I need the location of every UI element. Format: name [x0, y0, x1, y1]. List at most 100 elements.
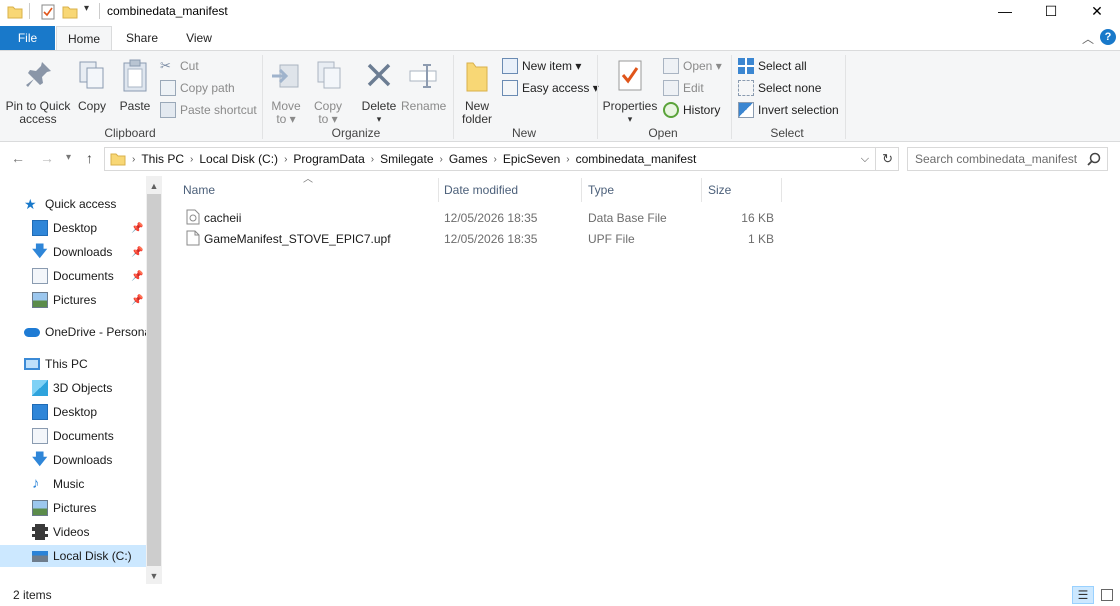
edit-button[interactable]: Edit: [663, 79, 704, 97]
nav-this-pc[interactable]: This PC: [0, 353, 146, 375]
file-row[interactable]: GameManifest_STOVE_EPIC7.upf 12/05/2026 …: [176, 229, 786, 250]
column-header-name[interactable]: Name: [176, 178, 438, 202]
scroll-down-arrow-icon[interactable]: ▼: [146, 568, 162, 584]
tab-share[interactable]: Share: [114, 26, 170, 50]
delete-button[interactable]: Delete ▾: [359, 59, 399, 126]
breadcrumb-chevron-icon[interactable]: ›: [371, 154, 374, 165]
move-to-button[interactable]: Move to ▾: [268, 59, 304, 126]
breadcrumb-games[interactable]: Games: [449, 152, 488, 166]
file-row[interactable]: cacheii 12/05/2026 18:35 Data Base File …: [176, 208, 786, 229]
address-history-chevron-icon[interactable]: ⌵: [861, 153, 869, 166]
nav-qa-downloads[interactable]: 🡇 Downloads 📌: [0, 241, 146, 263]
scroll-thumb[interactable]: [147, 194, 161, 566]
pin-to-quick-access-button[interactable]: Pin to Quick access: [4, 59, 72, 126]
new-item-button[interactable]: New item ▾: [502, 57, 581, 75]
new-item-icon: [502, 58, 518, 74]
new-folder-label-line2: folder: [461, 112, 493, 126]
nav-downloads[interactable]: 🡇 Downloads: [0, 449, 146, 471]
navpane-scrollbar[interactable]: ▲ ▼: [146, 176, 162, 584]
copy-to-label-line2: to ▾: [318, 112, 338, 126]
column-header-date[interactable]: Date modified: [437, 178, 581, 202]
nav-pictures[interactable]: Pictures: [0, 497, 146, 519]
search-input[interactable]: Search combinedata_manifest: [907, 147, 1108, 171]
breadcrumb-chevron-icon[interactable]: ›: [190, 154, 193, 165]
cut-button[interactable]: ✂ Cut: [160, 57, 199, 75]
nav-label: Music: [53, 477, 85, 491]
details-view-button[interactable]: ☰: [1072, 586, 1094, 604]
nav-videos[interactable]: Videos: [0, 521, 146, 543]
properties-checkmark-icon[interactable]: [40, 4, 56, 20]
nav-quick-access[interactable]: ★ Quick access: [0, 193, 146, 215]
forward-arrow-icon[interactable]: →: [40, 150, 54, 166]
new-folder-button[interactable]: New folder: [457, 59, 497, 126]
ribbon-tabs: File Home Share View ︿ ?: [0, 26, 1120, 51]
breadcrumb-chevron-icon[interactable]: ›: [566, 154, 569, 165]
item-count: 2 items: [13, 588, 52, 602]
nav-label: Pictures: [53, 293, 97, 307]
paste-shortcut-button[interactable]: Paste shortcut: [160, 101, 257, 119]
pictures-icon: [32, 292, 48, 308]
nav-qa-pictures[interactable]: Pictures 📌: [0, 289, 146, 311]
nav-music[interactable]: ♪ Music: [0, 473, 146, 495]
pin-icon: [26, 62, 51, 87]
file-date: 12/05/2026 18:35: [444, 232, 538, 246]
nav-3d-objects[interactable]: 3D Objects: [0, 377, 146, 399]
recent-locations-chevron-icon[interactable]: ▾: [66, 152, 71, 163]
breadcrumb-local-disk[interactable]: Local Disk (C:): [199, 152, 278, 166]
drive-icon: [32, 550, 48, 562]
up-arrow-icon[interactable]: ↑: [86, 150, 93, 166]
tab-view[interactable]: View: [172, 26, 226, 50]
breadcrumb-chevron-icon[interactable]: ›: [494, 154, 497, 165]
tab-file[interactable]: File: [0, 26, 55, 50]
maximize-button[interactable]: ☐: [1028, 0, 1074, 22]
new-folder-icon[interactable]: [62, 4, 78, 20]
address-bar[interactable]: › This PC › Local Disk (C:) › ProgramDat…: [104, 147, 899, 171]
copy-path-button[interactable]: Copy path: [160, 79, 235, 97]
scroll-up-arrow-icon[interactable]: ▲: [146, 178, 162, 194]
status-bar: 2 items ☰: [0, 584, 1120, 606]
nav-onedrive[interactable]: OneDrive - Persona: [0, 321, 146, 343]
history-label: History: [683, 103, 721, 117]
help-icon[interactable]: ?: [1100, 29, 1116, 45]
select-all-button[interactable]: Select all: [738, 57, 807, 75]
nav-desktop[interactable]: Desktop: [0, 401, 146, 423]
copy-to-button[interactable]: Copy to ▾: [310, 59, 346, 126]
select-none-button[interactable]: Select none: [738, 79, 821, 97]
breadcrumb-programdata[interactable]: ProgramData: [293, 152, 364, 166]
open-button[interactable]: Open ▾: [663, 57, 722, 75]
history-button[interactable]: History: [663, 101, 720, 119]
scissors-icon: ✂: [160, 58, 171, 73]
breadcrumb-this-pc[interactable]: This PC: [141, 152, 184, 166]
rename-icon: [409, 64, 437, 88]
file-date: 12/05/2026 18:35: [444, 211, 538, 225]
search-icon[interactable]: [1087, 152, 1101, 166]
breadcrumb-current-folder[interactable]: combinedata_manifest: [576, 152, 697, 166]
invert-selection-button[interactable]: Invert selection: [738, 101, 839, 119]
minimize-button[interactable]: —: [982, 0, 1028, 22]
copy-button[interactable]: Copy: [76, 59, 108, 113]
nav-qa-documents[interactable]: Documents 📌: [0, 265, 146, 287]
back-arrow-icon[interactable]: ←: [11, 150, 25, 166]
refresh-icon[interactable]: ↻: [882, 151, 893, 167]
paste-button[interactable]: Paste: [117, 59, 153, 113]
customize-toolbar-chevron-icon[interactable]: ▾: [84, 3, 89, 14]
close-button[interactable]: ✕: [1074, 0, 1120, 22]
nav-local-disk[interactable]: Local Disk (C:): [0, 545, 146, 567]
nav-documents[interactable]: Documents: [0, 425, 146, 447]
properties-button[interactable]: Properties ▾: [601, 59, 659, 126]
nav-qa-desktop[interactable]: Desktop 📌: [0, 217, 146, 239]
column-header-type[interactable]: Type: [581, 178, 701, 202]
rename-button[interactable]: Rename: [401, 59, 446, 113]
easy-access-button[interactable]: Easy access ▾: [502, 79, 599, 97]
column-header-size[interactable]: Size: [701, 178, 781, 202]
column-divider[interactable]: [781, 178, 782, 202]
collapse-ribbon-chevron-icon[interactable]: ︿: [1082, 30, 1094, 47]
tab-home[interactable]: Home: [56, 26, 112, 51]
large-icons-view-button[interactable]: [1096, 586, 1118, 604]
file-name: cacheii: [204, 211, 242, 225]
breadcrumb-epicseven[interactable]: EpicSeven: [503, 152, 560, 166]
breadcrumb-chevron-icon[interactable]: ›: [132, 154, 135, 165]
breadcrumb-smilegate[interactable]: Smilegate: [380, 152, 433, 166]
breadcrumb-chevron-icon[interactable]: ›: [440, 154, 443, 165]
breadcrumb-chevron-icon[interactable]: ›: [284, 154, 287, 165]
